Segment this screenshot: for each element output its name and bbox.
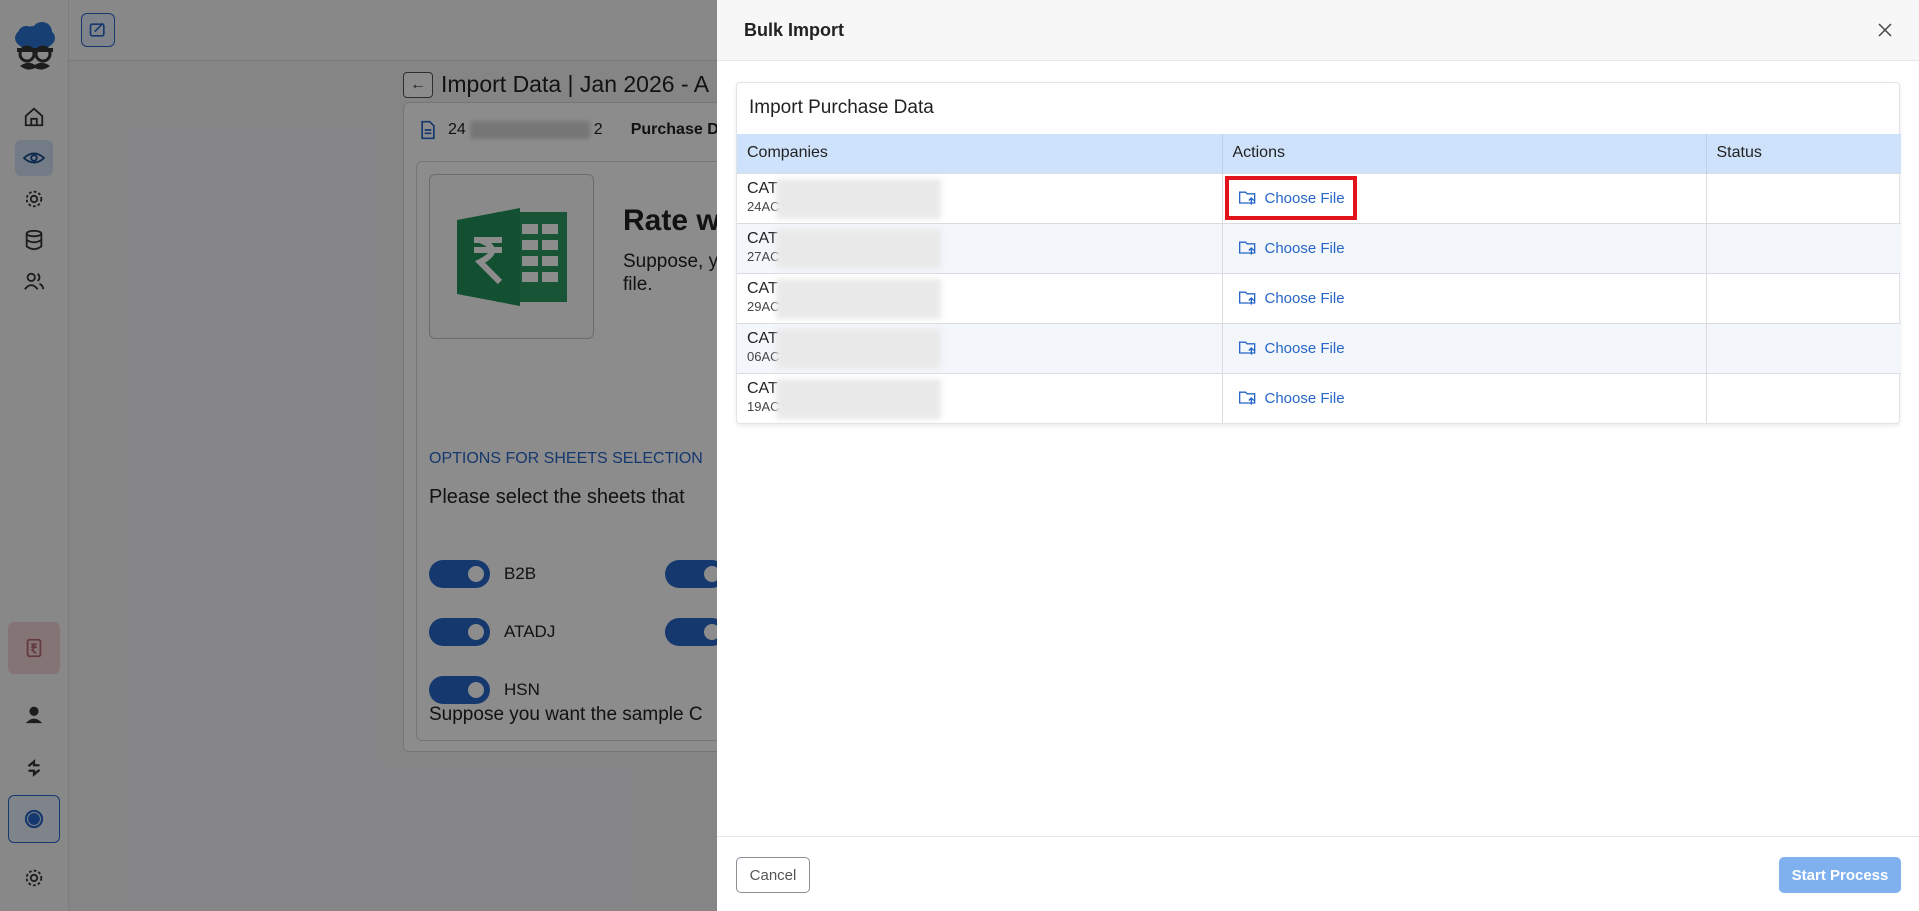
status-cell — [1706, 322, 1901, 373]
company-cell: CAT 19AC — [737, 372, 1223, 423]
import-purchase-panel: Import Purchase Data Companies Actions S… — [736, 82, 1901, 424]
company-cell: CAT 27AC — [737, 222, 1223, 273]
companies-table: Companies Actions Status CAT 24AC Choose… — [737, 134, 1901, 423]
choose-file-button[interactable]: Choose File — [1225, 276, 1357, 320]
company-cell: CAT 29AC — [737, 272, 1223, 323]
table-row: CAT 06AC Choose File — [737, 322, 1901, 373]
column-header-companies: Companies — [737, 134, 1223, 173]
choose-file-button[interactable]: Choose File — [1225, 376, 1357, 420]
folder-upload-icon — [1238, 291, 1255, 305]
action-cell: Choose File — [1222, 272, 1707, 323]
folder-upload-icon — [1238, 191, 1255, 205]
close-icon[interactable] — [1873, 18, 1897, 42]
choose-file-button[interactable]: Choose File — [1225, 226, 1357, 270]
action-cell: Choose File — [1222, 372, 1707, 423]
start-process-button[interactable]: Start Process — [1779, 857, 1901, 893]
company-cell: CAT 24AC — [737, 172, 1223, 223]
redacted-company — [776, 379, 941, 420]
cancel-button[interactable]: Cancel — [736, 857, 810, 893]
choose-file-button[interactable]: Choose File — [1225, 326, 1357, 370]
panel-title: Import Purchase Data — [749, 97, 934, 118]
drawer-header: Bulk Import — [717, 0, 1919, 61]
company-cell: CAT 06AC — [737, 322, 1223, 373]
drawer-title: Bulk Import — [744, 20, 845, 40]
folder-upload-icon — [1238, 341, 1255, 355]
drawer-footer: Cancel Start Process — [717, 836, 1919, 911]
table-row: CAT 29AC Choose File — [737, 272, 1901, 323]
redacted-company — [776, 329, 941, 369]
bulk-import-drawer: Bulk Import Import Purchase Data Compani… — [717, 0, 1919, 911]
column-header-actions: Actions — [1222, 134, 1707, 173]
status-cell — [1706, 172, 1901, 223]
action-cell: Choose File — [1222, 172, 1707, 223]
choose-file-button[interactable]: Choose File — [1224, 176, 1357, 220]
status-cell — [1706, 372, 1901, 423]
table-row: CAT 27AC Choose File — [737, 222, 1901, 273]
column-header-status: Status — [1706, 134, 1901, 173]
table-row: CAT 19AC Choose File — [737, 372, 1901, 423]
action-cell: Choose File — [1222, 322, 1707, 373]
folder-upload-icon — [1238, 241, 1255, 255]
folder-upload-icon — [1238, 391, 1255, 405]
table-row: CAT 24AC Choose File — [737, 172, 1901, 223]
redacted-company — [776, 279, 941, 319]
action-cell: Choose File — [1222, 222, 1707, 273]
status-cell — [1706, 222, 1901, 273]
redacted-company — [776, 179, 941, 219]
status-cell — [1706, 272, 1901, 323]
table-header-row: Companies Actions Status — [737, 134, 1901, 173]
redacted-company — [776, 229, 941, 269]
